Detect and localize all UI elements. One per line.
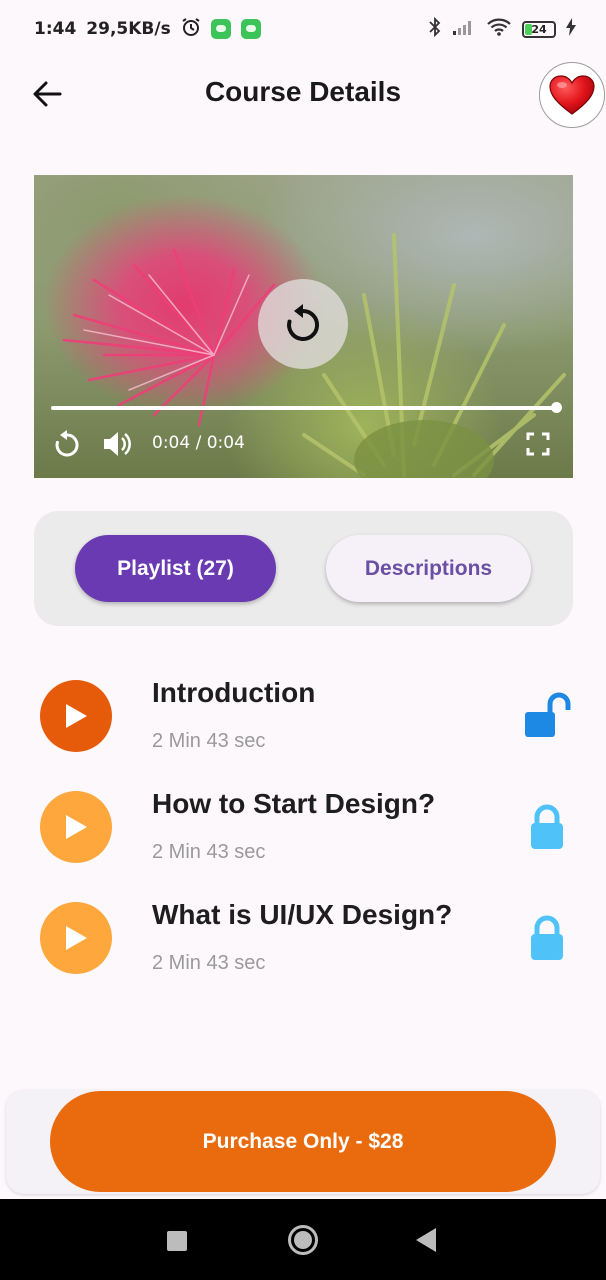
bluetooth-icon xyxy=(428,16,442,42)
volume-icon xyxy=(104,432,131,456)
favorite-button[interactable] xyxy=(539,62,605,128)
lesson-item[interactable]: How to Start Design? 2 Min 43 sec xyxy=(0,788,606,891)
network-speed: 29,5KB/s xyxy=(86,19,171,39)
page-title: Course Details xyxy=(204,76,402,107)
lesson-title: Introduction xyxy=(152,677,316,708)
app-bar: Course Details xyxy=(0,58,606,130)
recents-square-icon[interactable] xyxy=(167,1231,187,1251)
lesson-play-button[interactable] xyxy=(40,680,112,752)
video-progress-bar[interactable] xyxy=(51,406,556,410)
fullscreen-icon xyxy=(526,432,550,456)
fullscreen-button[interactable] xyxy=(526,432,550,456)
battery-level: 24 xyxy=(531,22,547,36)
heart-icon xyxy=(549,75,595,115)
alarm-icon xyxy=(181,17,201,42)
purchase-button[interactable]: Purchase Only - $28 xyxy=(50,1091,556,1192)
replay-icon xyxy=(287,304,320,341)
lesson-play-button[interactable] xyxy=(40,902,112,974)
play-icon xyxy=(66,815,87,839)
app-notification-icon xyxy=(210,19,231,39)
lock-icon xyxy=(531,804,563,849)
lesson-title: How to Start Design? xyxy=(152,788,436,819)
video-replay-button[interactable] xyxy=(258,279,348,369)
lesson-duration: 2 Min 43 sec xyxy=(152,952,266,974)
status-bar: 1:44 29,5KB/s 24 xyxy=(0,0,606,58)
lesson-title: What is UI/UX Design? xyxy=(152,899,453,930)
system-nav-bar xyxy=(0,1199,606,1280)
battery-icon: 24 xyxy=(522,20,556,38)
signal-icon xyxy=(452,18,476,41)
tab-playlist[interactable]: Playlist (27) xyxy=(75,535,276,602)
video-progress-thumb[interactable] xyxy=(551,402,562,413)
lock-icon xyxy=(531,915,563,960)
tab-descriptions[interactable]: Descriptions xyxy=(326,535,531,602)
unlock-icon xyxy=(525,692,571,737)
lesson-duration: 2 Min 43 sec xyxy=(152,841,266,863)
video-player[interactable]: 0:04 / 0:04 xyxy=(34,175,573,478)
lesson-item[interactable]: What is UI/UX Design? 2 Min 43 sec xyxy=(0,899,606,1002)
charging-icon xyxy=(566,17,576,41)
app-notification-icon xyxy=(240,19,261,39)
home-circle-icon[interactable] xyxy=(288,1225,318,1255)
wifi-icon xyxy=(486,17,512,42)
play-icon xyxy=(66,704,87,728)
play-icon xyxy=(66,926,87,950)
status-time: 1:44 xyxy=(34,19,77,39)
lesson-play-button[interactable] xyxy=(40,791,112,863)
video-time: 0:04 / 0:04 xyxy=(152,433,245,453)
back-triangle-icon[interactable] xyxy=(416,1228,436,1252)
status-right: 24 xyxy=(428,16,576,42)
replay-control-button[interactable] xyxy=(52,429,82,459)
status-left: 1:44 29,5KB/s xyxy=(34,17,261,42)
content-tabs: Playlist (27) Descriptions xyxy=(34,511,573,626)
lesson-duration: 2 Min 43 sec xyxy=(152,730,266,752)
lesson-item[interactable]: Introduction 2 Min 43 sec xyxy=(0,677,606,780)
volume-button[interactable] xyxy=(102,429,134,459)
replay-icon xyxy=(55,430,79,457)
